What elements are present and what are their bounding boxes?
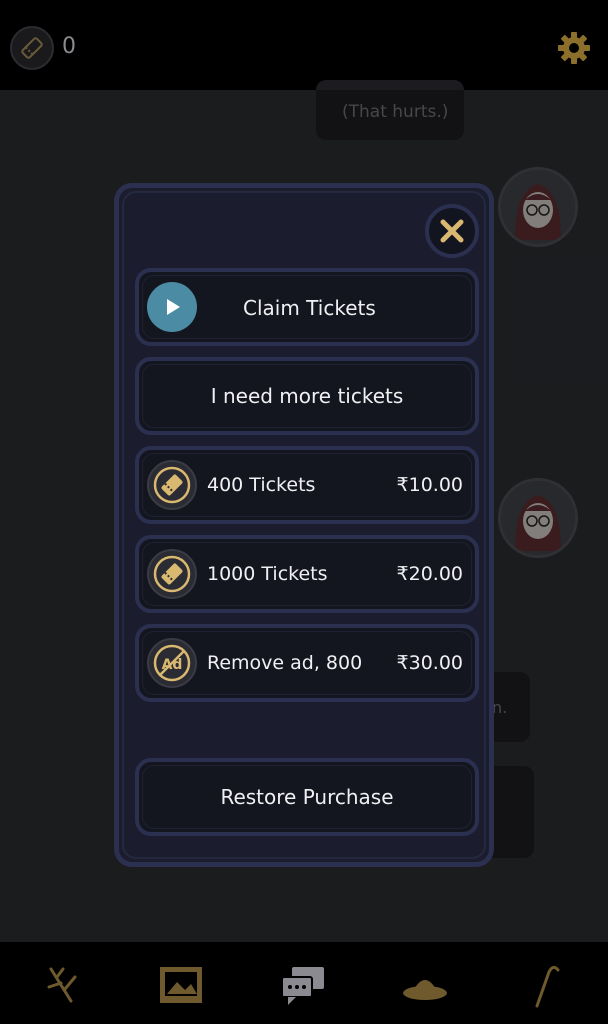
ticket-icon [147,549,197,599]
ticket-shop-modal: Claim Tickets I need more tickets 400 Ti… [114,183,494,867]
item-label: 400 Tickets [207,474,316,496]
item-price: ₹10.00 [396,474,463,496]
branch-icon[interactable] [38,962,88,1008]
item-label: 1000 Tickets [207,563,328,585]
restore-purchase-label: Restore Purchase [220,785,394,809]
top-bar: 0 [0,0,608,90]
no-ad-icon: Ad [147,638,197,688]
hat-icon[interactable] [400,962,450,1008]
need-more-tickets-button[interactable]: I need more tickets [135,357,479,435]
item-price: ₹30.00 [396,652,463,674]
close-button[interactable] [425,204,479,258]
cane-icon[interactable] [520,962,570,1008]
purchase-remove-ad[interactable]: Ad Remove ad, 800 ₹30.00 [135,624,479,702]
close-icon [440,219,464,243]
purchase-1000-tickets[interactable]: 1000 Tickets ₹20.00 [135,535,479,613]
item-price: ₹20.00 [396,563,463,585]
ticket-count: 0 [62,34,76,59]
play-icon [147,282,197,332]
chat-icon[interactable] [278,962,328,1008]
need-more-tickets-label: I need more tickets [210,384,404,408]
claim-tickets-label: Claim Tickets [243,296,376,320]
claim-tickets-button[interactable]: Claim Tickets [135,268,479,346]
item-label: Remove ad, 800 [207,652,363,674]
image-icon[interactable] [156,962,206,1008]
ticket-icon [147,460,197,510]
ticket-counter-icon[interactable] [10,26,54,70]
bottom-nav [0,942,608,1024]
purchase-400-tickets[interactable]: 400 Tickets ₹10.00 [135,446,479,524]
gear-icon[interactable] [556,30,592,66]
restore-purchase-button[interactable]: Restore Purchase [135,758,479,836]
